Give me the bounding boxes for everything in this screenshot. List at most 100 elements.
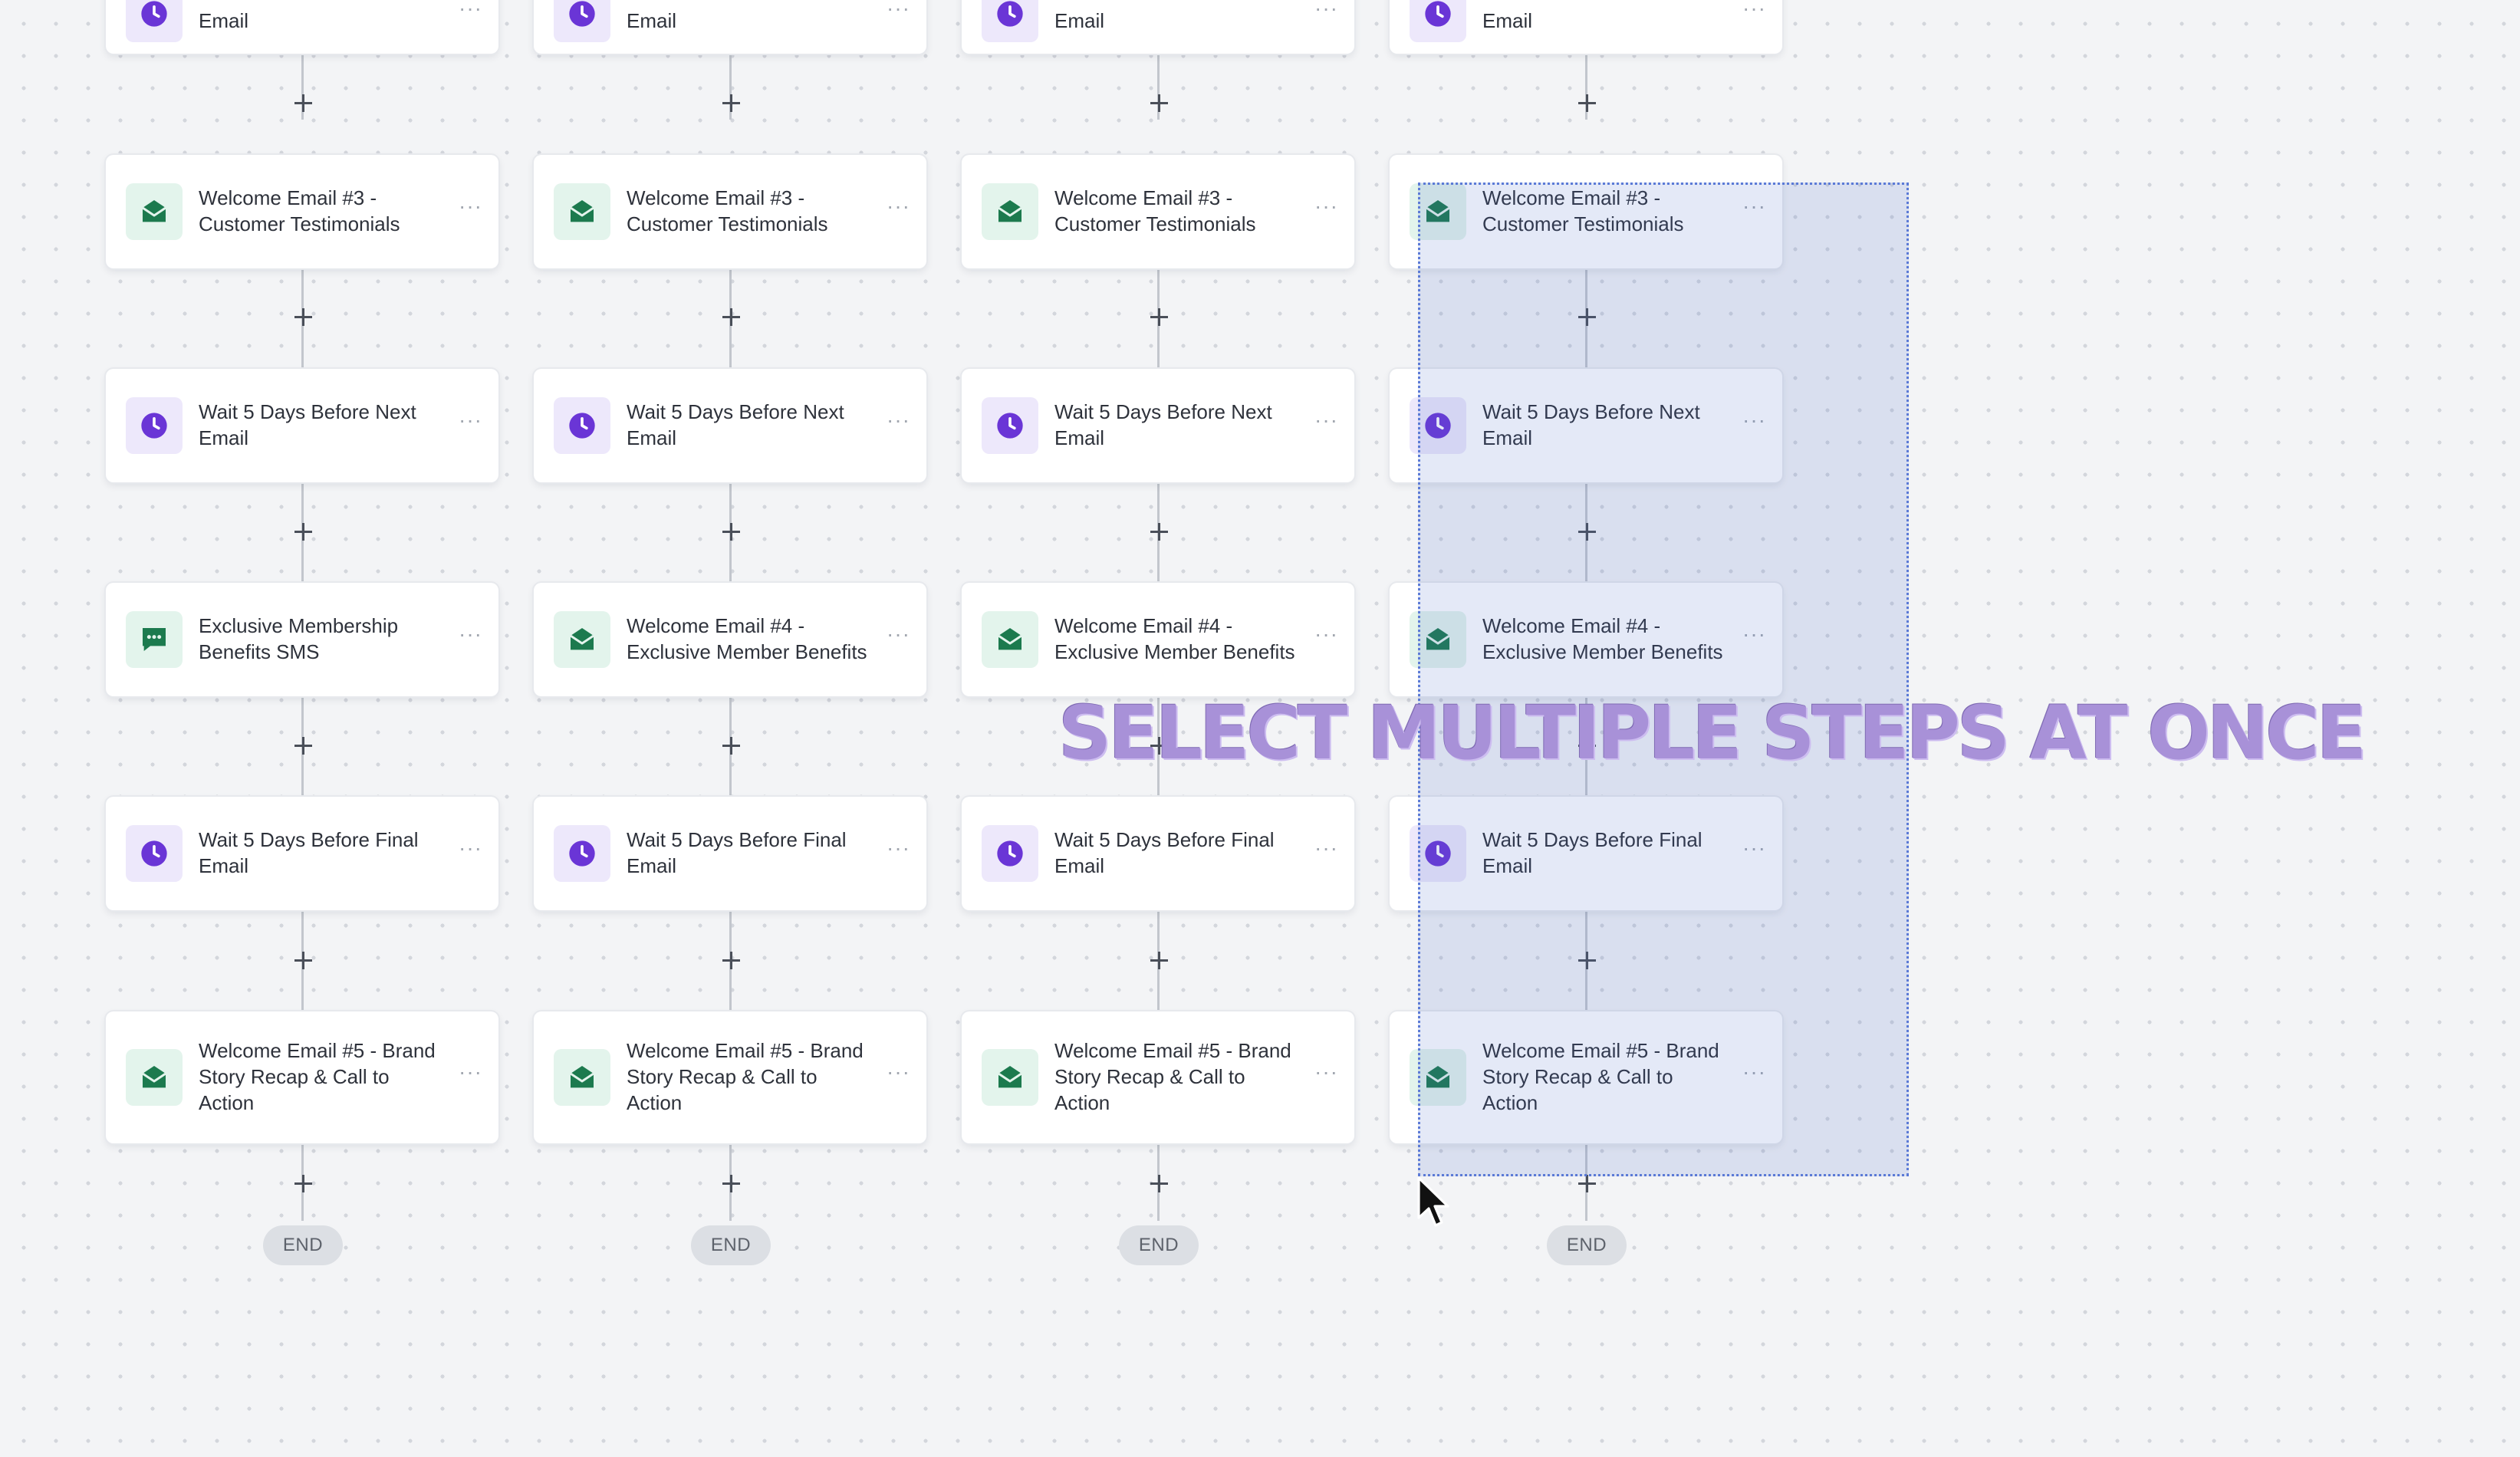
more-options-button[interactable]: ··· — [459, 623, 482, 652]
add-step-button[interactable] — [286, 86, 320, 120]
add-step-button[interactable] — [1570, 86, 1604, 120]
more-options-button[interactable]: ··· — [459, 409, 482, 438]
step-card-email[interactable]: Welcome Email #5 - Brand Story Recap & Ca… — [962, 1011, 1354, 1143]
add-step-button[interactable] — [1570, 515, 1604, 548]
add-step-button[interactable] — [1142, 515, 1176, 548]
more-options-button[interactable]: ··· — [1742, 623, 1765, 652]
more-options-button[interactable]: ··· — [887, 196, 910, 224]
clock-icon — [126, 397, 183, 454]
email-icon — [554, 1049, 610, 1106]
more-options-button[interactable]: ··· — [1742, 837, 1765, 866]
add-step-button[interactable] — [286, 1166, 320, 1200]
step-card-wait[interactable]: Wait 5 Days Before Next Email ··· — [1390, 369, 1782, 482]
more-options-button[interactable]: ··· — [1742, 409, 1765, 438]
add-step-button[interactable] — [286, 300, 320, 334]
step-label: Email — [627, 9, 677, 32]
add-step-button[interactable] — [1142, 943, 1176, 977]
step-card-wait[interactable]: Wait 5 Days Before Final Email ··· — [534, 797, 926, 910]
step-label: Wait 5 Days Before Final Email — [199, 828, 419, 877]
clock-icon — [554, 825, 610, 882]
add-step-button[interactable] — [1570, 728, 1604, 762]
add-step-button[interactable] — [714, 300, 748, 334]
step-label: Welcome Email #5 - Brand Story Recap & Ca… — [627, 1039, 864, 1114]
add-step-button[interactable] — [1142, 300, 1176, 334]
step-card-wait[interactable]: Email ··· — [962, 0, 1354, 54]
email-icon — [982, 1049, 1038, 1106]
flow-canvas[interactable]: Email ··· Welcome Email #3 - Customer Tes… — [0, 0, 2520, 1457]
email-icon — [1410, 1049, 1466, 1106]
step-card-wait[interactable]: Wait 5 Days Before Final Email ··· — [962, 797, 1354, 910]
email-icon — [554, 183, 610, 240]
more-options-button[interactable]: ··· — [1314, 0, 1337, 26]
clock-icon — [1410, 825, 1466, 882]
clock-icon — [554, 397, 610, 454]
step-card-wait[interactable]: Email ··· — [1390, 0, 1782, 54]
step-card-email[interactable]: Welcome Email #3 - Customer Testimonials … — [106, 155, 498, 268]
more-options-button[interactable]: ··· — [887, 623, 910, 652]
step-label: Welcome Email #3 - Customer Testimonials — [199, 186, 400, 235]
step-card-wait[interactable]: Wait 5 Days Before Next Email ··· — [962, 369, 1354, 482]
more-options-button[interactable]: ··· — [887, 409, 910, 438]
more-options-button[interactable]: ··· — [1314, 196, 1337, 224]
add-step-button[interactable] — [1142, 1166, 1176, 1200]
more-options-button[interactable]: ··· — [1314, 837, 1337, 866]
more-options-button[interactable]: ··· — [1314, 1061, 1337, 1090]
add-step-button[interactable] — [286, 943, 320, 977]
add-step-button[interactable] — [1142, 86, 1176, 120]
more-options-button[interactable]: ··· — [459, 837, 482, 866]
step-card-sms[interactable]: Exclusive Membership Benefits SMS ··· — [106, 583, 498, 696]
add-step-button[interactable] — [286, 515, 320, 548]
more-options-button[interactable]: ··· — [887, 0, 910, 26]
end-node: END — [1119, 1225, 1199, 1265]
step-card-email[interactable]: Welcome Email #5 - Brand Story Recap & Ca… — [106, 1011, 498, 1143]
clock-icon — [554, 0, 610, 42]
clock-icon — [1410, 0, 1466, 42]
add-step-button[interactable] — [1142, 728, 1176, 762]
clock-icon — [982, 825, 1038, 882]
add-step-button[interactable] — [714, 1166, 748, 1200]
step-card-email[interactable]: Welcome Email #3 - Customer Testimonials … — [962, 155, 1354, 268]
step-label: Wait 5 Days Before Next Email — [199, 400, 416, 449]
more-options-button[interactable]: ··· — [1314, 623, 1337, 652]
add-step-button[interactable] — [1570, 943, 1604, 977]
more-options-button[interactable]: ··· — [459, 0, 482, 26]
flow-column-3: Email ··· Welcome Email #3 - Customer Tes… — [962, 0, 1354, 1288]
more-options-button[interactable]: ··· — [1314, 409, 1337, 438]
add-step-button[interactable] — [714, 728, 748, 762]
step-card-email[interactable]: Welcome Email #5 - Brand Story Recap & Ca… — [1390, 1011, 1782, 1143]
step-card-email[interactable]: Welcome Email #5 - Brand Story Recap & Ca… — [534, 1011, 926, 1143]
step-card-email[interactable]: Welcome Email #3 - Customer Testimonials … — [534, 155, 926, 268]
step-card-wait[interactable]: Email ··· — [106, 0, 498, 54]
step-label: Wait 5 Days Before Next Email — [1054, 400, 1272, 449]
add-step-button[interactable] — [714, 515, 748, 548]
step-card-email[interactable]: Welcome Email #4 - Exclusive Member Benef… — [1390, 583, 1782, 696]
step-label: Wait 5 Days Before Final Email — [1482, 828, 1702, 877]
step-card-wait[interactable]: Wait 5 Days Before Next Email ··· — [106, 369, 498, 482]
step-label: Email — [1482, 9, 1533, 32]
add-step-button[interactable] — [714, 943, 748, 977]
step-card-wait[interactable]: Wait 5 Days Before Final Email ··· — [1390, 797, 1782, 910]
add-step-button[interactable] — [286, 728, 320, 762]
more-options-button[interactable]: ··· — [459, 1061, 482, 1090]
more-options-button[interactable]: ··· — [1742, 0, 1765, 26]
step-card-wait[interactable]: Wait 5 Days Before Next Email ··· — [534, 369, 926, 482]
step-label: Welcome Email #5 - Brand Story Recap & Ca… — [199, 1039, 436, 1114]
email-icon — [982, 183, 1038, 240]
add-step-button[interactable] — [1570, 300, 1604, 334]
end-node: END — [1547, 1225, 1627, 1265]
more-options-button[interactable]: ··· — [887, 837, 910, 866]
add-step-button[interactable] — [1570, 1166, 1604, 1200]
more-options-button[interactable]: ··· — [1742, 1061, 1765, 1090]
step-card-email[interactable]: Welcome Email #3 - Customer Testimonials … — [1390, 155, 1782, 268]
more-options-button[interactable]: ··· — [887, 1061, 910, 1090]
step-card-email[interactable]: Welcome Email #4 - Exclusive Member Benef… — [534, 583, 926, 696]
email-icon — [554, 611, 610, 668]
add-step-button[interactable] — [714, 86, 748, 120]
more-options-button[interactable]: ··· — [459, 196, 482, 224]
clock-icon — [126, 0, 183, 42]
step-card-wait[interactable]: Wait 5 Days Before Final Email ··· — [106, 797, 498, 910]
step-label: Welcome Email #4 - Exclusive Member Benef… — [1054, 614, 1295, 663]
step-card-wait[interactable]: Email ··· — [534, 0, 926, 54]
step-card-email[interactable]: Welcome Email #4 - Exclusive Member Benef… — [962, 583, 1354, 696]
more-options-button[interactable]: ··· — [1742, 196, 1765, 224]
